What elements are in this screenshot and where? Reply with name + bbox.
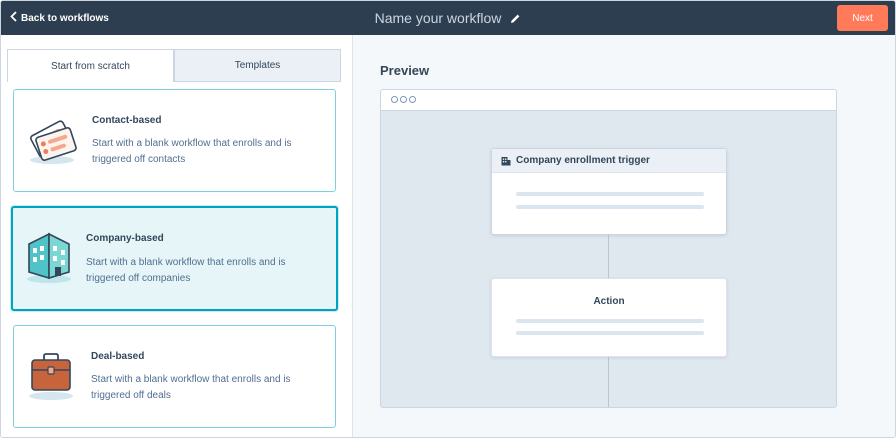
browser-toolbar bbox=[381, 90, 836, 111]
placeholder-line bbox=[516, 319, 704, 323]
trigger-card-header: Company enrollment trigger bbox=[492, 149, 726, 173]
tab-start-from-scratch[interactable]: Start from scratch bbox=[7, 49, 174, 82]
briefcase-icon bbox=[27, 348, 77, 407]
placeholder-line bbox=[516, 331, 704, 335]
top-bar: Back to workflows Name your workflow Nex… bbox=[1, 1, 895, 35]
workflow-title-area: Name your workflow bbox=[1, 1, 895, 35]
workflow-creation-screen: Back to workflows Name your workflow Nex… bbox=[0, 0, 896, 438]
left-panel: Start from scratch Templates Contact-bas… bbox=[1, 35, 353, 437]
action-label: Action bbox=[593, 296, 625, 307]
preview-heading: Preview bbox=[380, 63, 430, 78]
card-title: Company-based bbox=[86, 233, 164, 244]
back-to-workflows-link[interactable]: Back to workflows bbox=[10, 1, 109, 35]
window-dot-icon bbox=[409, 96, 416, 103]
action-card: Action bbox=[491, 278, 727, 357]
enrollment-trigger-card: Company enrollment trigger bbox=[491, 148, 727, 235]
tab-templates[interactable]: Templates bbox=[174, 49, 341, 82]
card-description: Start with a blank workflow that enrolls… bbox=[91, 374, 291, 401]
card-title: Contact-based bbox=[92, 115, 162, 126]
preview-browser-frame: Company enrollment trigger Action bbox=[380, 89, 837, 408]
pencil-icon[interactable] bbox=[510, 13, 521, 24]
building-icon bbox=[501, 156, 511, 166]
window-dot-icon bbox=[391, 96, 398, 103]
contact-cards-icon bbox=[26, 112, 82, 173]
window-dots bbox=[391, 96, 416, 103]
next-button[interactable]: Next bbox=[837, 5, 888, 31]
card-title: Deal-based bbox=[91, 351, 145, 362]
placeholder-line bbox=[516, 205, 704, 209]
placeholder-line bbox=[516, 192, 704, 196]
trigger-label: Company enrollment trigger bbox=[516, 155, 650, 166]
window-dot-icon bbox=[400, 96, 407, 103]
card-description: Start with a blank workflow that enrolls… bbox=[92, 138, 292, 165]
tab-bar: Start from scratch Templates bbox=[7, 49, 341, 82]
back-label: Back to workflows bbox=[21, 12, 109, 24]
chevron-left-icon bbox=[10, 11, 17, 25]
deal-based-card[interactable]: Deal-based Start with a blank workflow t… bbox=[13, 325, 336, 428]
contact-based-card[interactable]: Contact-based Start with a blank workflo… bbox=[13, 89, 336, 192]
company-based-card[interactable]: Company-based Start with a blank workflo… bbox=[11, 206, 338, 311]
company-building-icon bbox=[25, 228, 75, 289]
workflow-name-field[interactable]: Name your workflow bbox=[375, 10, 502, 26]
card-description: Start with a blank workflow that enrolls… bbox=[86, 257, 286, 284]
